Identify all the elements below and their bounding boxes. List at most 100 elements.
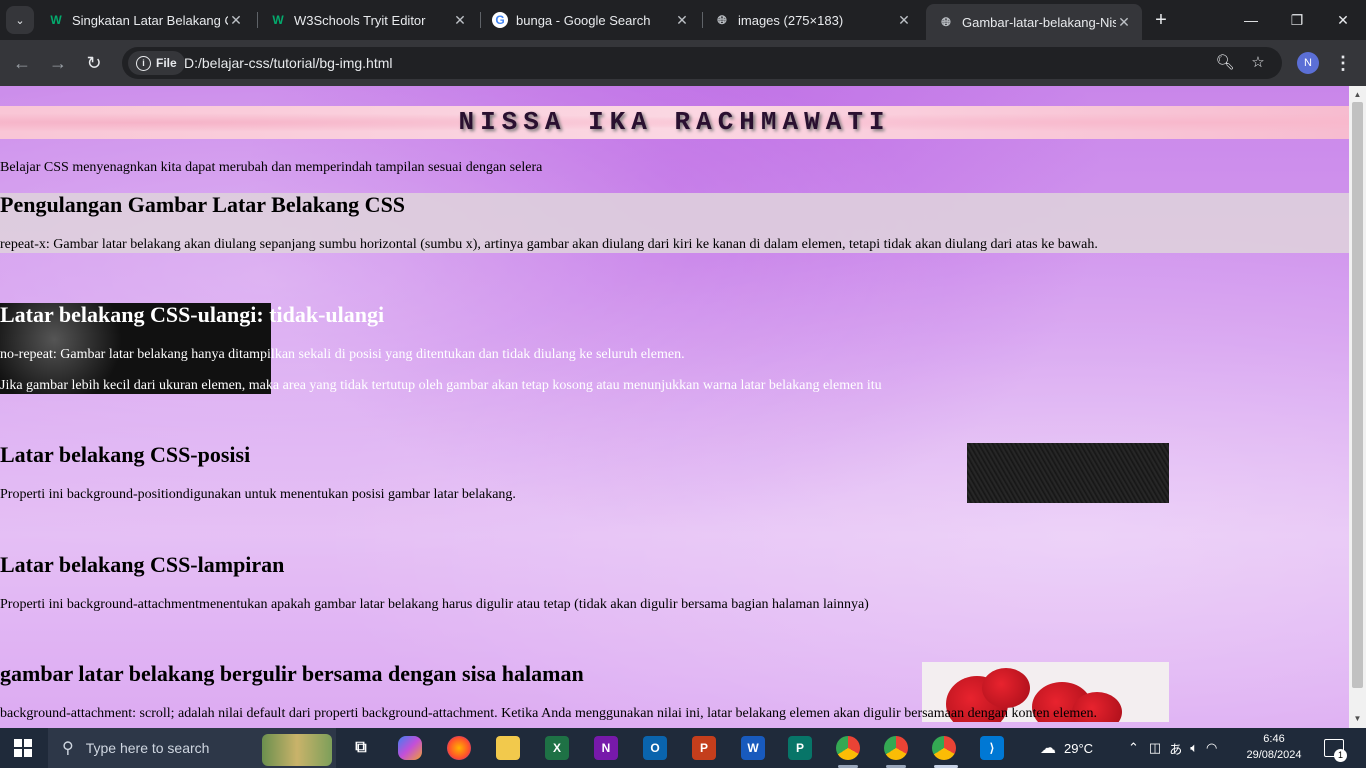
- section-heading: Latar belakang CSS-posisi: [0, 442, 251, 467]
- address-bar[interactable]: i File D:/belajar-css/tutorial/bg-img.ht…: [122, 47, 1282, 79]
- close-icon: ✕: [1337, 11, 1349, 28]
- section-heading: Pengulangan Gambar Latar Belakang CSS: [0, 192, 406, 217]
- clock-time: 6:46: [1263, 733, 1285, 745]
- tab-search-button[interactable]: ⌄: [6, 6, 34, 34]
- section-heading: Latar belakang CSS-lampiran: [0, 552, 285, 577]
- tab-4[interactable]: 🌐︎ images (275×183) ✕: [702, 4, 922, 36]
- tab-title: bunga - Google Search: [516, 12, 651, 28]
- intro-text: Belajar CSS menyenagnkan kita dapat meru…: [0, 160, 543, 175]
- w3schools-icon: W: [272, 13, 284, 27]
- arrow-left-icon: ←: [13, 52, 31, 73]
- close-icon[interactable]: ✕: [674, 12, 690, 29]
- meet-icon[interactable]: ◫: [1149, 740, 1161, 756]
- scroll-down-icon[interactable]: ▼: [1349, 712, 1366, 726]
- close-window-button[interactable]: ✕: [1320, 0, 1366, 40]
- powerpoint-icon[interactable]: P: [692, 736, 716, 760]
- vertical-scrollbar[interactable]: ▲ ▼: [1349, 86, 1366, 728]
- ime-icon[interactable]: あ: [1169, 739, 1182, 758]
- globe-icon: 🌐︎: [717, 12, 727, 27]
- position-bg-image: [967, 443, 1169, 503]
- firefox-icon[interactable]: [447, 736, 471, 760]
- vscode-icon[interactable]: ⟩: [980, 736, 1004, 760]
- weather-icon: ☁: [1040, 740, 1056, 757]
- banner: NISSA IKA RACHMAWATI: [0, 106, 1349, 139]
- tab-5-active[interactable]: 🌐︎ Gambar-latar-belakang-Nissa ✕: [926, 4, 1142, 40]
- site-info-chip[interactable]: i File: [128, 51, 185, 75]
- restore-button[interactable]: ❐: [1274, 0, 1320, 40]
- new-tab-button[interactable]: +: [1150, 8, 1172, 32]
- profile-avatar[interactable]: N: [1297, 52, 1319, 74]
- search-placeholder: Type here to search: [85, 740, 210, 756]
- close-icon[interactable]: ✕: [452, 12, 468, 29]
- onenote-icon[interactable]: N: [594, 736, 618, 760]
- task-view-icon[interactable]: ⧉: [349, 736, 373, 760]
- section-paragraph: no-repeat: Gambar latar belakang hanya d…: [0, 347, 685, 362]
- section-paragraph: background-attachment: scroll; adalah ni…: [0, 706, 1098, 721]
- section-paragraph: Properti ini background-attachmentmenent…: [0, 597, 869, 612]
- tab-title: Singkatan Latar Belakang CSS: [72, 12, 228, 28]
- reload-button[interactable]: ↻: [80, 49, 108, 77]
- wifi-icon[interactable]: ◠: [1206, 740, 1217, 756]
- arrow-right-icon: →: [49, 52, 67, 73]
- page-viewport: NISSA IKA RACHMAWATI Belajar CSS menyena…: [0, 86, 1349, 728]
- clock-date: 29/08/2024: [1246, 749, 1302, 761]
- star-icon[interactable]: ☆: [1248, 53, 1268, 73]
- scroll-up-icon[interactable]: ▲: [1349, 88, 1366, 102]
- more-menu-icon[interactable]: ⋮: [1334, 50, 1352, 76]
- chevron-up-icon[interactable]: ⌃: [1128, 740, 1139, 756]
- tab-3[interactable]: G bunga - Google Search ✕: [480, 4, 700, 36]
- publisher-icon[interactable]: P: [788, 736, 812, 760]
- chevron-down-icon: ⌄: [15, 14, 25, 27]
- close-icon[interactable]: ✕: [228, 12, 244, 29]
- minimize-button[interactable]: —: [1228, 0, 1274, 40]
- restore-icon: ❐: [1290, 11, 1304, 28]
- w3schools-icon: W: [50, 13, 62, 27]
- volume-icon[interactable]: 🔈︎: [1190, 740, 1198, 756]
- file-explorer-icon[interactable]: [496, 736, 520, 760]
- notification-badge: 1: [1334, 749, 1347, 762]
- plus-icon: +: [1155, 9, 1167, 31]
- search-highlight-image: [262, 734, 332, 766]
- page-title: NISSA IKA RACHMAWATI: [458, 107, 891, 137]
- copilot-icon[interactable]: [398, 736, 422, 760]
- section-heading: Latar belakang CSS-ulangi: tidak-ulangi: [0, 302, 385, 327]
- outlook-icon[interactable]: O: [643, 736, 667, 760]
- close-icon[interactable]: ✕: [1116, 14, 1132, 31]
- tab-strip: ⌄ W Singkatan Latar Belakang CSS ✕ W W3S…: [0, 0, 1366, 40]
- section-paragraph: Properti ini background-positiondigunaka…: [0, 487, 516, 502]
- tab-title: W3Schools Tryit Editor: [294, 12, 426, 28]
- section-heading: gambar latar belakang bergulir bersama d…: [0, 661, 584, 686]
- chrome-icon[interactable]: [932, 736, 956, 760]
- google-icon: G: [492, 12, 508, 28]
- search-icon: ⚲: [62, 740, 74, 757]
- section-paragraph: Jika gambar lebih kecil dari ukuran elem…: [0, 378, 882, 393]
- chrome-icon[interactable]: [836, 736, 860, 760]
- taskbar-clock[interactable]: 6:46 29/08/2024: [1244, 731, 1304, 763]
- tab-title: images (275×183): [738, 12, 844, 28]
- chrome-icon[interactable]: [884, 736, 908, 760]
- tab-2[interactable]: W W3Schools Tryit Editor ✕: [258, 4, 478, 36]
- excel-icon[interactable]: X: [545, 736, 569, 760]
- browser-toolbar: ← → ↻ i File D:/belajar-css/tutorial/bg-…: [0, 40, 1366, 86]
- info-icon: i: [136, 55, 151, 71]
- back-button[interactable]: ←: [8, 49, 36, 77]
- windows-start-icon[interactable]: [14, 739, 32, 757]
- word-icon[interactable]: W: [741, 736, 765, 760]
- forward-button[interactable]: →: [44, 49, 72, 77]
- tab-title: Gambar-latar-belakang-Nissa: [962, 14, 1116, 30]
- scrollbar-thumb[interactable]: [1352, 102, 1363, 688]
- weather-temp: 29°C: [1064, 740, 1094, 756]
- section-paragraph: repeat-x: Gambar latar belakang akan diu…: [0, 237, 1098, 252]
- tab-1[interactable]: W Singkatan Latar Belakang CSS ✕: [36, 4, 254, 36]
- system-tray: ⌃ ◫ あ 🔈︎ ◠: [1128, 728, 1217, 768]
- windows-taskbar: ⚲ Type here to search ⧉ X N O P W P ⟩ ☁ …: [0, 728, 1366, 768]
- url-text[interactable]: D:/belajar-css/tutorial/bg-img.html: [184, 55, 393, 71]
- reload-icon: ↻: [86, 52, 102, 73]
- site-chip-label: File: [156, 56, 177, 70]
- close-icon[interactable]: ✕: [896, 12, 912, 29]
- weather-widget[interactable]: ☁ 29°C: [1040, 728, 1093, 768]
- taskbar-search[interactable]: ⚲ Type here to search: [48, 728, 336, 768]
- minimize-icon: —: [1244, 12, 1258, 28]
- zoom-icon[interactable]: 🔍︎: [1215, 53, 1235, 73]
- globe-icon: 🌐︎: [941, 14, 951, 29]
